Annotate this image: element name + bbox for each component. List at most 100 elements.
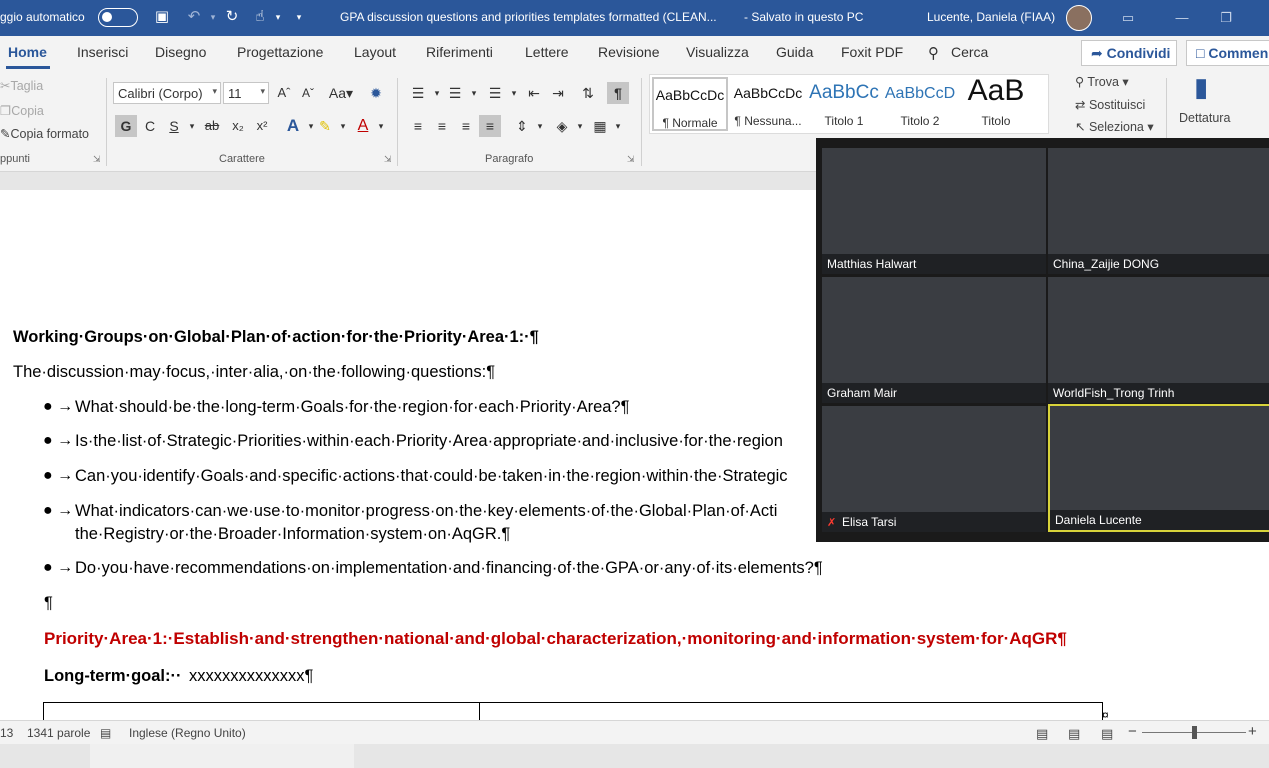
style-heading-2[interactable]: AaBbCcD Titolo 2 [882,77,958,131]
style-normal[interactable]: AaBbCcDc ¶ Normale [652,77,728,131]
paragraph-launcher-icon[interactable]: ⇲ [627,154,635,165]
superscript-button[interactable]: x² [251,115,273,137]
priority-area-heading: Priority·Area·1:·Establish·and·strengthe… [44,629,1067,648]
tab-layout[interactable]: Layout [354,44,396,60]
tab-home[interactable]: Home [8,44,47,60]
font-launcher-icon[interactable]: ⇲ [384,154,392,165]
read-mode-icon[interactable]: ▤ [1036,726,1048,742]
participant-name: Daniela Lucente [1050,510,1269,530]
justify-icon[interactable]: ≡ [479,115,501,137]
zoom-in-icon[interactable]: + [1248,723,1257,740]
italic-button[interactable]: C [139,115,161,137]
copy-button[interactable]: ❐Copia [0,103,44,118]
tab-insert[interactable]: Inserisci [77,44,128,60]
strikethrough-button[interactable]: ab [201,115,223,137]
participant-tile[interactable]: WorldFish_Trong Trinh [1048,277,1269,403]
microphone-icon[interactable]: ▮ [1194,72,1208,103]
word-count[interactable]: 1341 parole [27,726,90,740]
align-right-icon[interactable]: ≡ [455,115,477,137]
font-family-select[interactable]: Calibri (Corpo) ▾ [113,82,221,104]
bullet-icon: ● → [43,432,74,449]
style-preview: AaBbCcDc [733,85,803,101]
borders-dropdown-icon[interactable]: ▾ [607,115,629,137]
save-icon[interactable]: ▣ [152,7,172,27]
participant-tile[interactable]: Graham Mair [822,277,1046,403]
redo-icon[interactable]: ↻ [222,7,242,27]
page-number[interactable]: 13 [0,726,13,740]
font-color-dropdown-icon[interactable]: ▾ [370,115,392,137]
undo-dropdown-icon[interactable]: ▾ [203,7,223,27]
grow-font-icon[interactable]: Aˆ [273,82,295,104]
shading-dropdown-icon[interactable]: ▾ [569,115,591,137]
style-heading-1[interactable]: AaBbCc Titolo 1 [806,77,882,131]
proofing-icon[interactable]: ▤ [100,726,111,740]
align-center-icon[interactable]: ≡ [431,115,453,137]
show-formatting-button[interactable]: ¶ [607,82,629,104]
format-painter-button[interactable]: ✎Copia formato [0,126,89,141]
tab-design[interactable]: Progettazione [237,44,323,60]
print-layout-icon[interactable]: ▤ [1068,726,1080,742]
participant-tile[interactable]: Matthias Halwart [822,148,1046,274]
undo-icon[interactable]: ↶ [184,7,204,27]
change-case-button[interactable]: Aa▾ [326,82,356,104]
style-no-spacing[interactable]: AaBbCcDc ¶ Nessuna... [730,77,806,131]
user-name[interactable]: Lucente, Daniela (FIAA) [927,10,1055,24]
format-painter-label: Copia formato [10,127,89,141]
replace-button[interactable]: ⇄ Sostituisci [1075,97,1145,112]
zoom-slider-thumb[interactable] [1192,726,1197,739]
avatar[interactable] [1066,5,1092,31]
touch-mode-icon[interactable]: ☝ [250,7,270,27]
numbering-dropdown-icon[interactable]: ▾ [463,82,485,104]
increase-indent-icon[interactable]: ⇥ [547,82,569,104]
participant-tile[interactable]: China_Zaijie DONG [1048,148,1269,274]
line-spacing-dropdown-icon[interactable]: ▾ [529,115,551,137]
web-layout-icon[interactable]: ▤ [1101,726,1113,742]
style-name: ¶ Normale [662,116,718,130]
participant-tile[interactable]: ✗ Elisa Tarsi [822,406,1046,532]
search-label[interactable]: Cerca [951,44,988,60]
zoom-out-icon[interactable]: − [1128,723,1137,740]
tab-mailings[interactable]: Lettere [525,44,569,60]
find-button[interactable]: ⚲ Trova ▾ [1075,74,1129,89]
underline-dropdown-icon[interactable]: ▾ [181,115,203,137]
cut-icon: ✂ [0,79,11,93]
share-button[interactable]: ➦ Condividi [1081,40,1177,66]
shrink-font-icon[interactable]: Aˇ [297,82,319,104]
cut-button[interactable]: ✂Taglia [0,78,43,93]
clear-formatting-icon[interactable]: ✹ [365,82,387,104]
participant-tile-active[interactable]: Daniela Lucente [1048,404,1269,532]
goals-table[interactable] [43,702,1103,720]
tab-references[interactable]: Riferimenti [426,44,493,60]
sort-icon[interactable]: ⇅ [577,82,599,104]
maximize-icon[interactable]: ❐ [1216,8,1236,28]
decrease-indent-icon[interactable]: ⇤ [523,82,545,104]
taskbar-item[interactable] [90,744,354,768]
clipboard-launcher-icon[interactable]: ⇲ [93,154,101,165]
highlight-dropdown-icon[interactable]: ▾ [332,115,354,137]
video-call-overlay[interactable]: Matthias Halwart China_Zaijie DONG Graha… [816,138,1269,542]
participant-name: Matthias Halwart [822,254,1046,274]
font-size-select[interactable]: 11 ▾ [223,82,269,104]
touch-mode-dropdown-icon[interactable]: ▾ [268,7,288,27]
customize-toolbar-icon[interactable]: ▾ [289,7,309,27]
chevron-down-icon: ▾ [260,86,265,96]
tab-help[interactable]: Guida [776,44,813,60]
search-icon[interactable]: ⚲ [928,44,939,62]
tab-view[interactable]: Visualizza [686,44,749,60]
autosave-toggle[interactable] [98,8,138,27]
style-title[interactable]: AaB Titolo [958,74,1034,131]
ribbon-display-icon[interactable]: ▭ [1118,8,1138,28]
select-button[interactable]: ↖ Seleziona ▾ [1075,119,1154,134]
tab-foxit-pdf[interactable]: Foxit PDF [841,44,903,60]
bold-button[interactable]: G [115,115,137,137]
comments-button[interactable]: □ Commen [1186,40,1269,66]
minimize-icon[interactable]: — [1172,8,1192,28]
subscript-button[interactable]: x₂ [227,115,249,137]
cut-label: Taglia [10,79,44,93]
dictate-button[interactable]: Dettatura [1179,111,1230,125]
tab-draw[interactable]: Disegno [155,44,206,60]
language[interactable]: Inglese (Regno Unito) [129,726,246,740]
align-left-icon[interactable]: ≡ [407,115,429,137]
tab-review[interactable]: Revisione [598,44,659,60]
multilevel-dropdown-icon[interactable]: ▾ [503,82,525,104]
